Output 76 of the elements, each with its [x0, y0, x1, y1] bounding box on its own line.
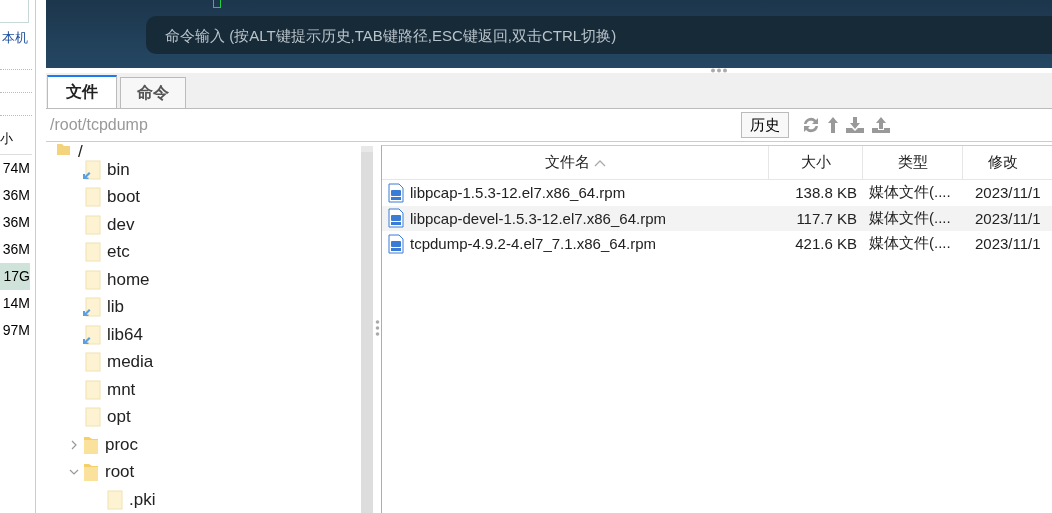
size-cell-text: 36M — [1, 213, 30, 232]
tree-item[interactable]: etc — [107, 242, 130, 263]
video-file-icon — [388, 182, 404, 203]
file-size: 138.8 KB — [794, 184, 858, 202]
column-title: 修改 — [988, 153, 1018, 172]
folder-icon — [83, 187, 101, 208]
tab[interactable]: 文件 — [47, 75, 117, 108]
history-button[interactable]: 历史 — [741, 112, 789, 138]
size-cell-text: 97M — [1, 321, 30, 340]
tree-item[interactable]: dev — [107, 214, 135, 235]
tree-item[interactable]: .pki — [129, 489, 156, 510]
tree-item[interactable]: / — [78, 142, 83, 162]
size-cell-text: 36M — [1, 240, 30, 259]
column-title: 文件名 — [544, 153, 590, 172]
splitter-grip-icon[interactable] — [374, 318, 380, 337]
folder-icon — [83, 407, 101, 428]
file-date: 2023/11/1 — [974, 235, 1042, 253]
size-cell-text: 74M — [1, 159, 30, 178]
command-input[interactable]: 命令输入 (按ALT键提示历史,TAB键路径,ESC键返回,双击CTRL切换) — [146, 16, 1052, 54]
folder-shortcut-icon — [83, 324, 101, 345]
tree-item[interactable]: bin — [107, 159, 130, 180]
tree-item[interactable]: opt — [107, 407, 131, 428]
tree-item[interactable]: lib64 — [107, 324, 143, 345]
file-type: 媒体文件(.... — [868, 208, 952, 228]
column-header[interactable]: 文件名 — [382, 146, 769, 179]
size-cell-text: 14M — [1, 294, 30, 313]
video-file-icon — [388, 208, 404, 229]
file-row[interactable]: libpcap-1.5.3-12.el7.x86_64.rpm 138.8 KB 媒体文件(.... 2023/11/1 — [382, 180, 1052, 206]
file-name: tcpdump-4.9.2-4.el7_7.1.x86_64.rpm — [410, 235, 656, 253]
folder-icon — [83, 462, 99, 483]
tab[interactable]: 命令 — [120, 77, 186, 108]
column-header[interactable]: 类型 — [863, 146, 963, 179]
column-title: 大小 — [800, 153, 831, 172]
folder-icon — [56, 142, 72, 156]
file-row[interactable]: libpcap-devel-1.5.3-12.el7.x86_64.rpm 117.7 KB 媒体文件(.... 2023/11/1 — [382, 205, 1052, 231]
folder-icon — [83, 214, 101, 235]
tree-item[interactable]: root — [105, 462, 135, 483]
column-header[interactable]: 大小 — [769, 146, 863, 179]
file-type: 媒体文件(.... — [868, 183, 952, 203]
chevron-icon[interactable] — [69, 439, 79, 450]
size-cell: 17G — [0, 263, 30, 290]
tree-item[interactable]: proc — [105, 434, 139, 455]
file-type: 媒体文件(.... — [868, 234, 952, 254]
file-size: 117.7 KB — [795, 209, 858, 227]
folder-icon — [83, 379, 101, 400]
local-label: 本机 — [1, 29, 29, 47]
file-name: libpcap-1.5.3-12.el7.x86_64.rpm — [410, 184, 626, 202]
folder-icon — [83, 434, 99, 455]
file-size: 421.6 KB — [794, 235, 858, 253]
size-cell-text: 36M — [1, 186, 30, 205]
up-arrow-icon[interactable] — [827, 116, 839, 134]
tree-item[interactable]: lib — [107, 297, 124, 318]
folder-shortcut-icon — [83, 297, 101, 318]
scrollbar[interactable] — [361, 146, 373, 513]
column-header[interactable]: 小 — [0, 124, 32, 155]
refresh-icon[interactable] — [801, 116, 821, 134]
file-name: libpcap-devel-1.5.3-12.el7.x86_64.rpm — [410, 209, 666, 227]
file-date: 2023/11/1 — [974, 184, 1042, 202]
file-row[interactable]: tcpdump-4.9.2-4.el7_7.1.x86_64.rpm 421.6 KB 媒体文件(.... 2023/11/1 — [382, 231, 1052, 257]
tree-item[interactable]: media — [107, 352, 154, 373]
video-file-icon — [388, 233, 404, 254]
file-date: 2023/11/1 — [974, 209, 1042, 227]
folder-icon — [83, 352, 101, 373]
resize-grip-icon[interactable] — [710, 68, 728, 73]
tree-item[interactable]: home — [107, 269, 150, 290]
folder-icon — [83, 242, 101, 263]
download-icon[interactable] — [845, 116, 865, 134]
tree-item[interactable]: mnt — [107, 379, 136, 400]
text-cursor — [213, 0, 221, 8]
folder-icon — [105, 489, 123, 510]
folder-shortcut-icon — [83, 159, 101, 180]
upload-icon[interactable] — [871, 116, 891, 134]
column-header[interactable]: 修改 — [963, 146, 1052, 179]
tree-item[interactable]: boot — [107, 187, 141, 208]
folder-icon — [83, 269, 101, 290]
column-title: 类型 — [897, 153, 928, 172]
